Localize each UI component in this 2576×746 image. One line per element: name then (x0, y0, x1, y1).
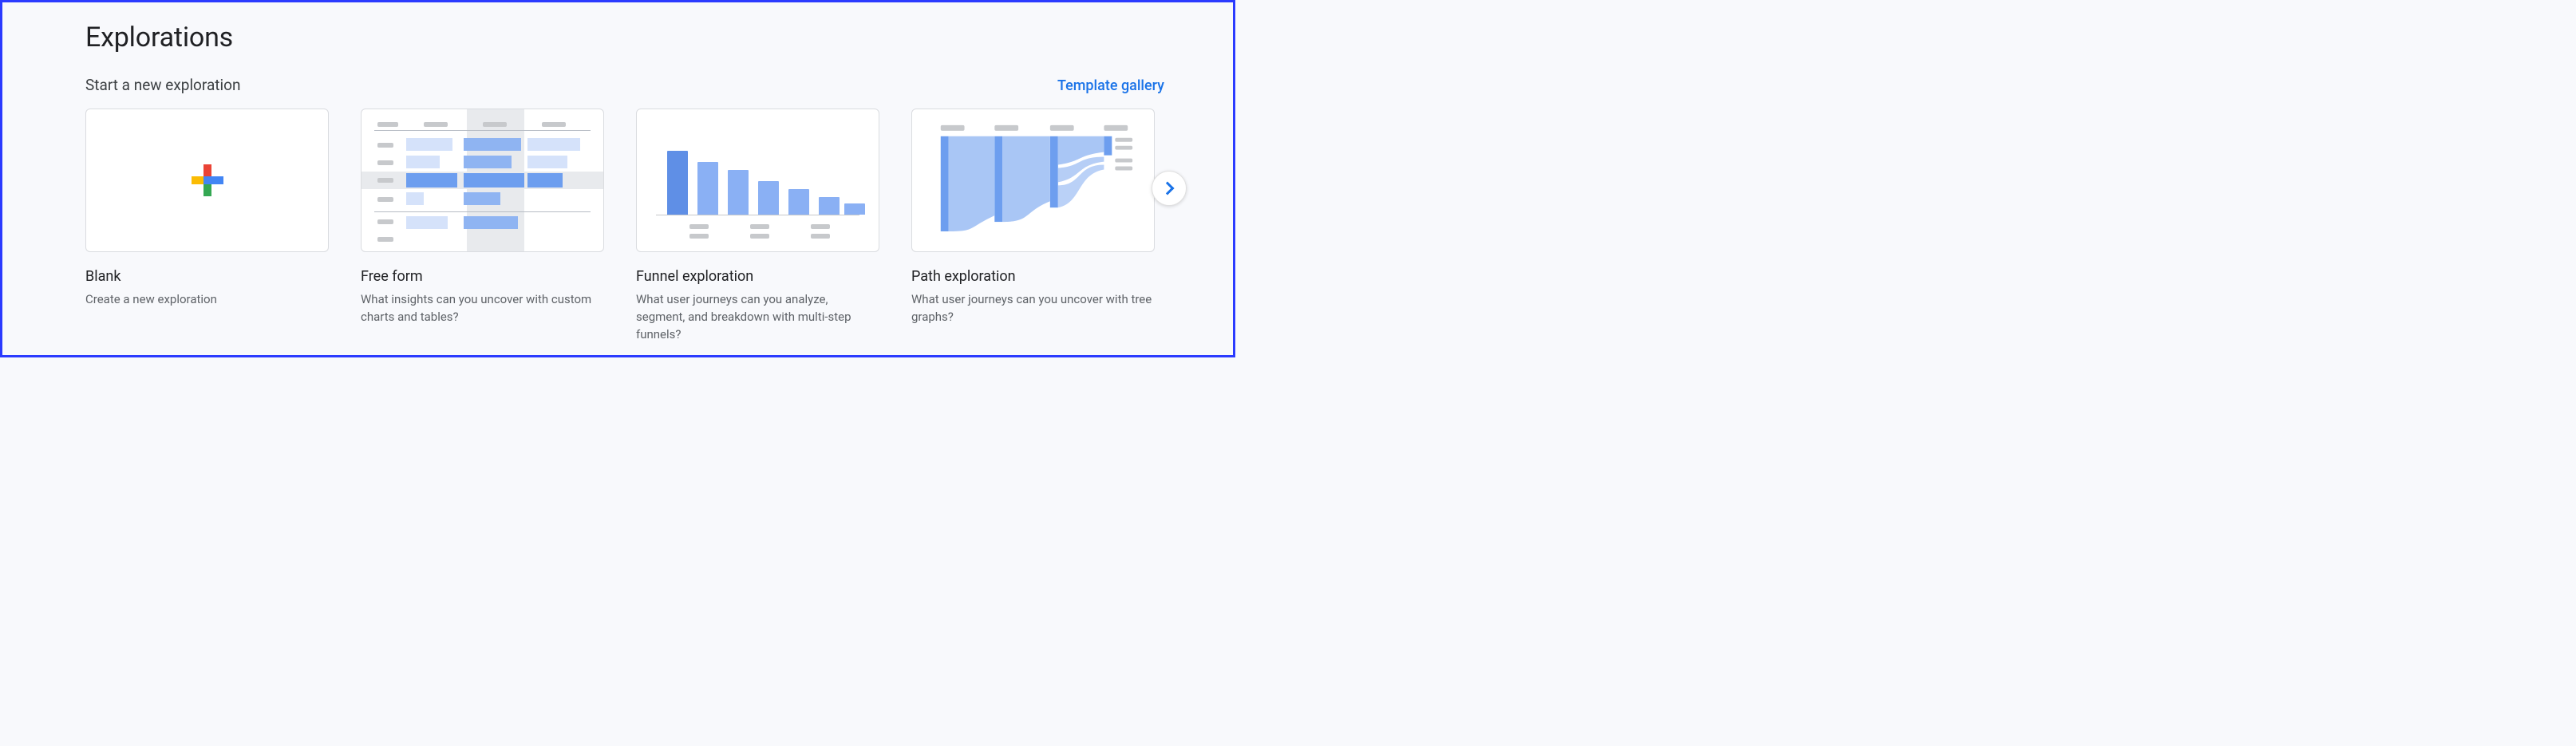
card-description: What user journeys can you analyze, segm… (636, 291, 879, 343)
template-card-row: Blank Create a new exploration (85, 109, 1169, 343)
card-title: Funnel exploration (636, 268, 879, 285)
scroll-next-button[interactable] (1152, 171, 1187, 206)
funnel-preview-icon (656, 125, 859, 251)
section-subtitle: Start a new exploration (85, 76, 240, 94)
card-description: Create a new exploration (85, 291, 329, 309)
card-title: Path exploration (911, 268, 1155, 285)
plus-icon (192, 164, 223, 196)
free-form-card[interactable] (361, 109, 604, 252)
card-description: What insights can you uncover with custo… (361, 291, 604, 326)
path-exploration-card[interactable] (911, 109, 1155, 252)
free-form-preview-icon (374, 122, 591, 251)
card-description: What user journeys can you uncover with … (911, 291, 1155, 326)
card-title: Free form (361, 268, 604, 285)
template-gallery-link[interactable]: Template gallery (1057, 77, 1164, 94)
page-title: Explorations (85, 22, 1169, 53)
path-preview-icon (912, 109, 1154, 252)
chevron-right-icon (1161, 182, 1175, 195)
funnel-exploration-card[interactable] (636, 109, 879, 252)
card-title: Blank (85, 268, 329, 285)
blank-exploration-card[interactable] (85, 109, 329, 252)
